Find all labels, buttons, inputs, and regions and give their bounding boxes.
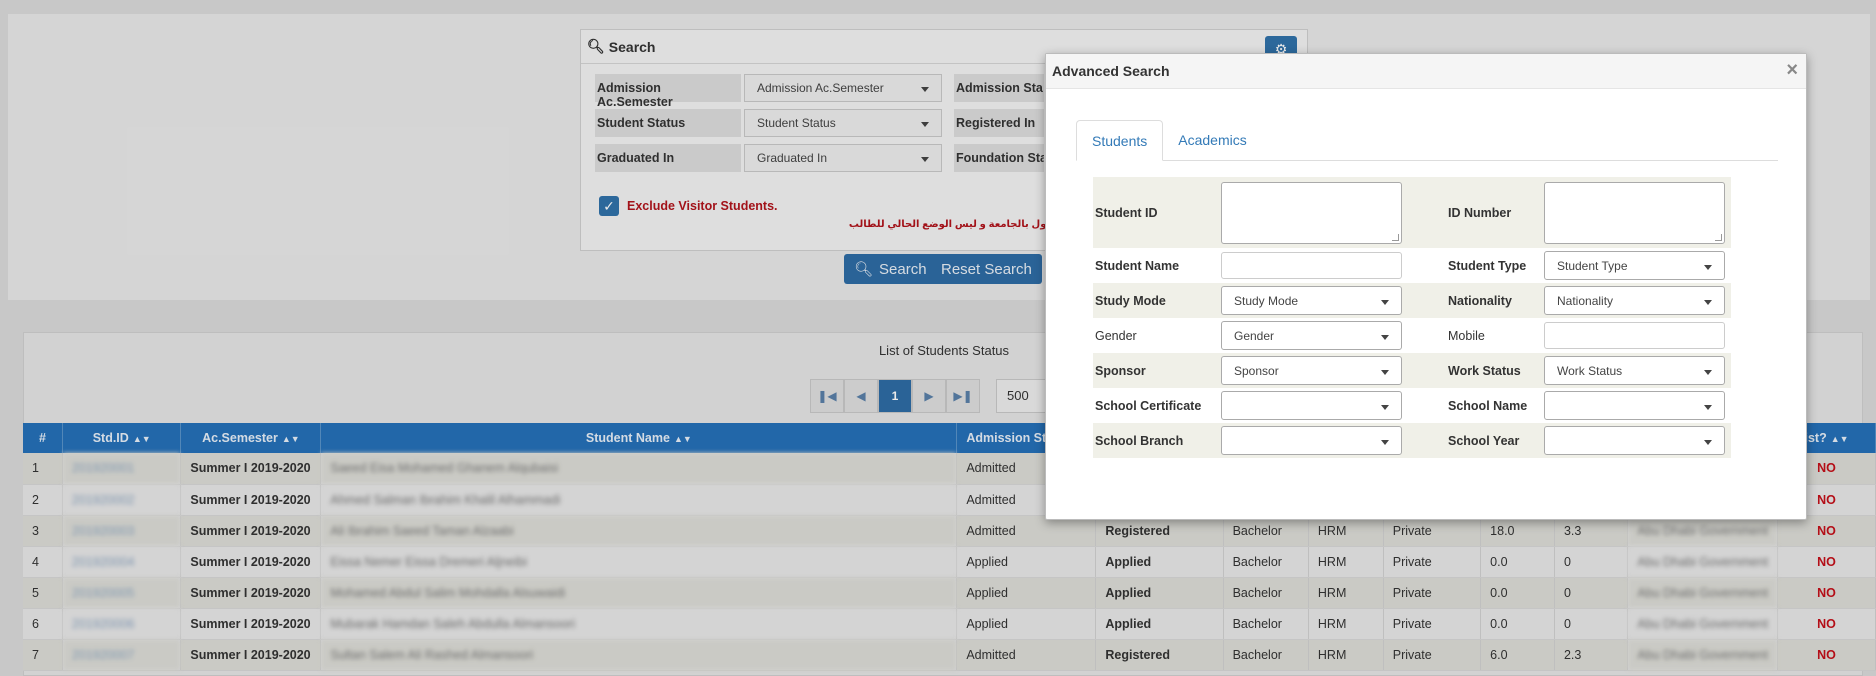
form-row-gender-mobile: Gender Gender Mobile: [1093, 318, 1731, 353]
work-status-label: Work Status: [1448, 363, 1521, 378]
id-number-label: ID Number: [1448, 205, 1512, 220]
caret-down-icon: [1704, 300, 1712, 305]
caret-down-icon: [1381, 440, 1389, 445]
form-row-sponsor-work: Sponsor Sponsor Work Status Work Status: [1093, 353, 1731, 388]
close-icon[interactable]: ×: [1786, 60, 1798, 80]
school-year-select[interactable]: [1544, 426, 1725, 455]
school-branch-select[interactable]: [1221, 426, 1402, 455]
caret-down-icon: [1381, 335, 1389, 340]
advanced-search-modal: Advanced Search × Students Academics Stu…: [1045, 53, 1807, 520]
gender-select[interactable]: Gender: [1221, 321, 1402, 350]
caret-down-icon: [1381, 370, 1389, 375]
student-id-label: Student ID: [1095, 205, 1158, 220]
caret-down-icon: [1704, 440, 1712, 445]
nationality-select[interactable]: Nationality: [1544, 286, 1725, 315]
school-year-label: School Year: [1448, 433, 1520, 448]
school-name-select[interactable]: [1544, 391, 1725, 420]
school-certificate-select[interactable]: [1221, 391, 1402, 420]
student-name-label: Student Name: [1095, 258, 1180, 273]
form-row-name-type: Student Name Student Type Student Type: [1093, 248, 1731, 283]
school-name-label: School Name: [1448, 398, 1528, 413]
study-mode-label: Study Mode: [1095, 293, 1166, 308]
caret-down-icon: [1704, 405, 1712, 410]
modal-tabs: Students Academics: [1076, 120, 1778, 161]
caret-down-icon: [1704, 370, 1712, 375]
tab-academics[interactable]: Academics: [1163, 120, 1261, 161]
tab-students[interactable]: Students: [1076, 120, 1164, 161]
gender-label: Gender: [1095, 328, 1137, 343]
advanced-search-form: Student ID ID Number Student Name Studen…: [1093, 177, 1731, 458]
school-branch-label: School Branch: [1095, 433, 1184, 448]
form-row-mode-nationality: Study Mode Study Mode Nationality Nation…: [1093, 283, 1731, 318]
sponsor-select[interactable]: Sponsor: [1221, 356, 1402, 385]
mobile-label: Mobile: [1448, 328, 1485, 343]
nationality-label: Nationality: [1448, 293, 1512, 308]
form-row-ids: Student ID ID Number: [1093, 177, 1731, 248]
student-type-select[interactable]: Student Type: [1544, 251, 1725, 280]
school-certificate-label: School Certificate: [1095, 398, 1202, 413]
id-number-input[interactable]: [1544, 181, 1725, 244]
student-name-input[interactable]: [1221, 252, 1402, 279]
form-row-school-branch-year: School Branch School Year: [1093, 423, 1731, 458]
work-status-select[interactable]: Work Status: [1544, 356, 1725, 385]
student-id-input[interactable]: [1221, 181, 1402, 244]
modal-title: Advanced Search: [1052, 63, 1170, 79]
caret-down-icon: [1381, 405, 1389, 410]
sponsor-label: Sponsor: [1095, 363, 1146, 378]
mobile-input[interactable]: [1544, 322, 1725, 349]
student-type-label: Student Type: [1448, 258, 1527, 273]
form-row-school-cert-name: School Certificate School Name: [1093, 388, 1731, 423]
study-mode-select[interactable]: Study Mode: [1221, 286, 1402, 315]
caret-down-icon: [1704, 265, 1712, 270]
caret-down-icon: [1381, 300, 1389, 305]
modal-header: Advanced Search: [1046, 54, 1806, 89]
